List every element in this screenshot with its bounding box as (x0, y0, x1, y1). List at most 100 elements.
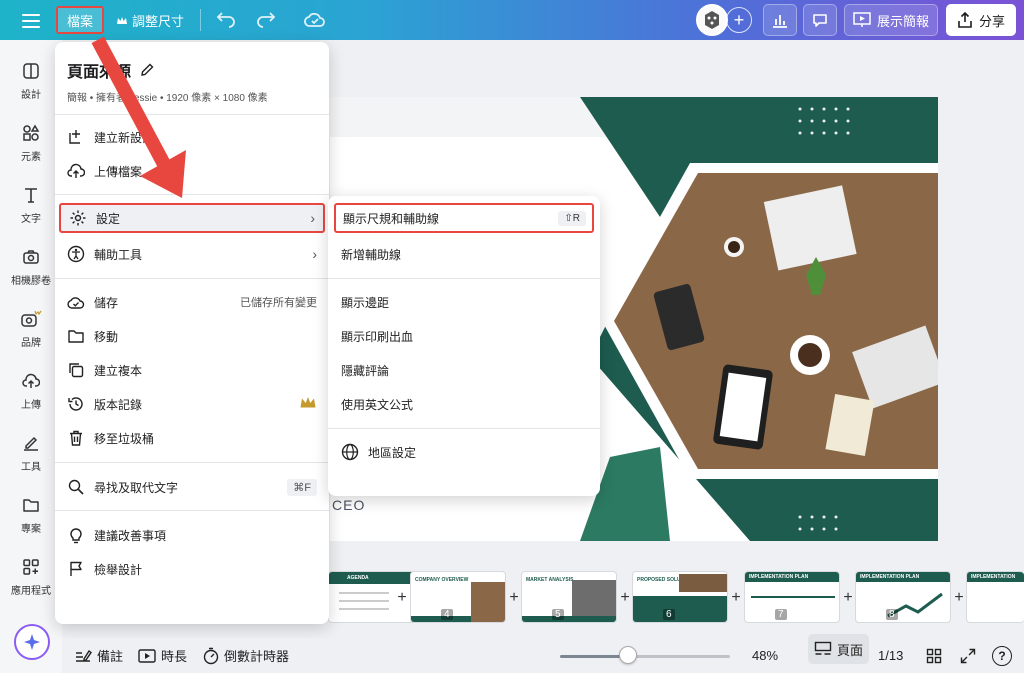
thumbnail-number: 6 (663, 609, 675, 620)
menu-item-label: 使用英文公式 (341, 397, 414, 412)
resize-label: 調整尺寸 (132, 14, 185, 29)
design-title[interactable]: 頁面來源 (67, 58, 155, 82)
menu-item-save[interactable]: 儲存 已儲存所有變更 (67, 289, 317, 315)
thumbnail-title: IMPLEMENTATION PLAN (860, 574, 920, 580)
add-page-button[interactable]: + (841, 589, 855, 607)
menu-icon[interactable] (22, 10, 40, 30)
sidebar-item-design[interactable]: 設計 (0, 62, 62, 101)
avatar[interactable] (696, 4, 728, 36)
add-page-button[interactable]: + (729, 589, 743, 607)
play-icon (138, 648, 156, 663)
menu-item-region-settings[interactable]: 地區設定 (341, 440, 591, 464)
page-view-button[interactable]: 頁面 (808, 634, 870, 664)
thumbnail-slide[interactable]: MARKET ANALYSIS 5 (521, 571, 617, 623)
camera-icon (23, 250, 39, 264)
thumbnail-slide[interactable]: PROPOSED SOLUTION 6 (632, 571, 728, 623)
present-button[interactable]: 展示簡報 (844, 4, 938, 36)
notes-button[interactable]: 備註 (74, 646, 123, 665)
sidebar-item-apps[interactable]: 應用程式 (0, 558, 62, 597)
text-icon (25, 188, 37, 203)
add-collaborator-button[interactable]: + (726, 7, 752, 33)
search-icon (68, 479, 84, 495)
add-page-button[interactable]: + (507, 589, 521, 607)
menu-item-label: 尋找及取代文字 (94, 480, 179, 495)
left-sidebar: 設計 元素 文字 相機膠卷 品牌 上傳 工具 專案 應用程式 (0, 40, 62, 673)
thumbnail-slide[interactable]: IMPLEMENTATION PLAN 7 (744, 571, 840, 623)
thumbnail-number: 5 (552, 609, 564, 620)
add-page-button[interactable]: + (618, 589, 632, 607)
menu-divider (55, 194, 329, 195)
thumbnail-slide[interactable]: IMPLEMENTATION (966, 571, 1024, 623)
thumbnail-title: AGENDA (347, 575, 369, 581)
menu-item-find-replace[interactable]: 尋找及取代文字 ⌘F (67, 474, 317, 500)
menu-item-show-margins[interactable]: 顯示邊距 (341, 290, 591, 314)
menu-item-label: 設定 (96, 211, 121, 226)
present-icon (853, 12, 871, 27)
comments-button[interactable] (803, 4, 837, 36)
top-toolbar: 檔案 調整尺寸 + 展示簡報 分享 (0, 0, 1024, 40)
help-button[interactable]: ? (992, 645, 1012, 666)
pencil-icon[interactable] (139, 62, 155, 78)
zoom-slider-fill (560, 655, 628, 658)
timer-button[interactable]: 倒數計時器 (203, 646, 289, 665)
sidebar-item-label: 專案 (21, 524, 41, 535)
zoom-slider[interactable] (560, 655, 730, 658)
upload-icon (22, 373, 40, 388)
shortcut-badge: ⇧R (558, 210, 586, 226)
menu-item-version-history[interactable]: 版本記錄 (67, 391, 317, 417)
grid-icon (926, 648, 942, 663)
share-button[interactable]: 分享 (946, 4, 1016, 36)
menu-item-add-guides[interactable]: 新增輔助線 (341, 242, 591, 266)
thumbnail-slide[interactable]: COMPANY OVERVIEW 4 (410, 571, 506, 623)
gear-icon (70, 210, 86, 226)
add-design-icon (69, 130, 80, 144)
grid-view-button[interactable] (926, 648, 942, 664)
design-title-text: 頁面來源 (67, 64, 132, 81)
menu-item-show-print-bleed[interactable]: 顯示印刷出血 (341, 324, 591, 348)
sidebar-item-elements[interactable]: 元素 (0, 124, 62, 163)
sidebar-item-label: 品牌 (21, 338, 41, 349)
menu-divider (55, 510, 329, 511)
insights-button[interactable] (763, 4, 797, 36)
menu-item-upload-files[interactable]: 上傳檔案 (67, 158, 317, 184)
magic-assistant-button[interactable] (14, 624, 50, 660)
duration-button[interactable]: 時長 (138, 646, 187, 665)
menu-item-accessibility[interactable]: 輔助工具 › (67, 241, 317, 267)
menu-item-suggest-improvements[interactable]: 建議改善事項 (67, 522, 317, 548)
menu-item-hide-comments[interactable]: 隱藏評論 (341, 358, 591, 382)
sidebar-item-projects[interactable]: 專案 (0, 496, 62, 535)
menu-item-settings[interactable]: 設定 › (59, 203, 325, 233)
cloud-saved-icon[interactable] (303, 8, 327, 32)
add-page-button[interactable]: + (395, 589, 409, 607)
menu-item-create-new-design[interactable]: 建立新設計 (67, 124, 317, 150)
thumbnail-title: MARKET ANALYSIS (526, 577, 574, 583)
add-page-button[interactable]: + (952, 589, 966, 607)
menu-item-label: 建立新設計 (94, 130, 155, 145)
cloud-check-icon (67, 297, 85, 309)
sidebar-item-camera-roll[interactable]: 相機膠卷 (0, 248, 62, 287)
pages-icon (814, 641, 832, 655)
menu-item-move[interactable]: 移動 (67, 323, 317, 349)
redo-icon[interactable] (254, 8, 278, 32)
fullscreen-button[interactable] (960, 648, 976, 664)
zoom-slider-handle[interactable] (619, 646, 637, 664)
resize-button[interactable]: 調整尺寸 (116, 11, 184, 30)
sidebar-item-text[interactable]: 文字 (0, 186, 62, 225)
shapes-icon (23, 124, 40, 141)
menu-item-show-rulers-guides[interactable]: 顯示尺規和輔助線 ⇧R (334, 203, 594, 233)
sidebar-item-brand[interactable]: 品牌 (0, 310, 62, 349)
menu-item-make-copy[interactable]: 建立複本 (67, 357, 317, 383)
menu-item-report-design[interactable]: 檢舉設計 (67, 556, 317, 582)
sidebar-item-tools[interactable]: 工具 (0, 434, 62, 473)
undo-icon[interactable] (214, 8, 238, 32)
menu-item-move-to-trash[interactable]: 移至垃圾桶 (67, 425, 317, 451)
thumbnail-slide[interactable]: IMPLEMENTATION PLAN 8 (855, 571, 951, 623)
zoom-percent[interactable]: 48% (752, 648, 778, 663)
sidebar-item-upload[interactable]: 上傳 (0, 372, 62, 411)
menu-item-english-formulas[interactable]: 使用英文公式 (341, 392, 591, 416)
draw-icon (24, 436, 38, 451)
flag-icon (70, 561, 82, 576)
page-counter[interactable]: 1/13 (878, 648, 903, 663)
sidebar-item-label: 設計 (21, 90, 41, 101)
file-menu-button[interactable]: 檔案 (56, 6, 104, 34)
